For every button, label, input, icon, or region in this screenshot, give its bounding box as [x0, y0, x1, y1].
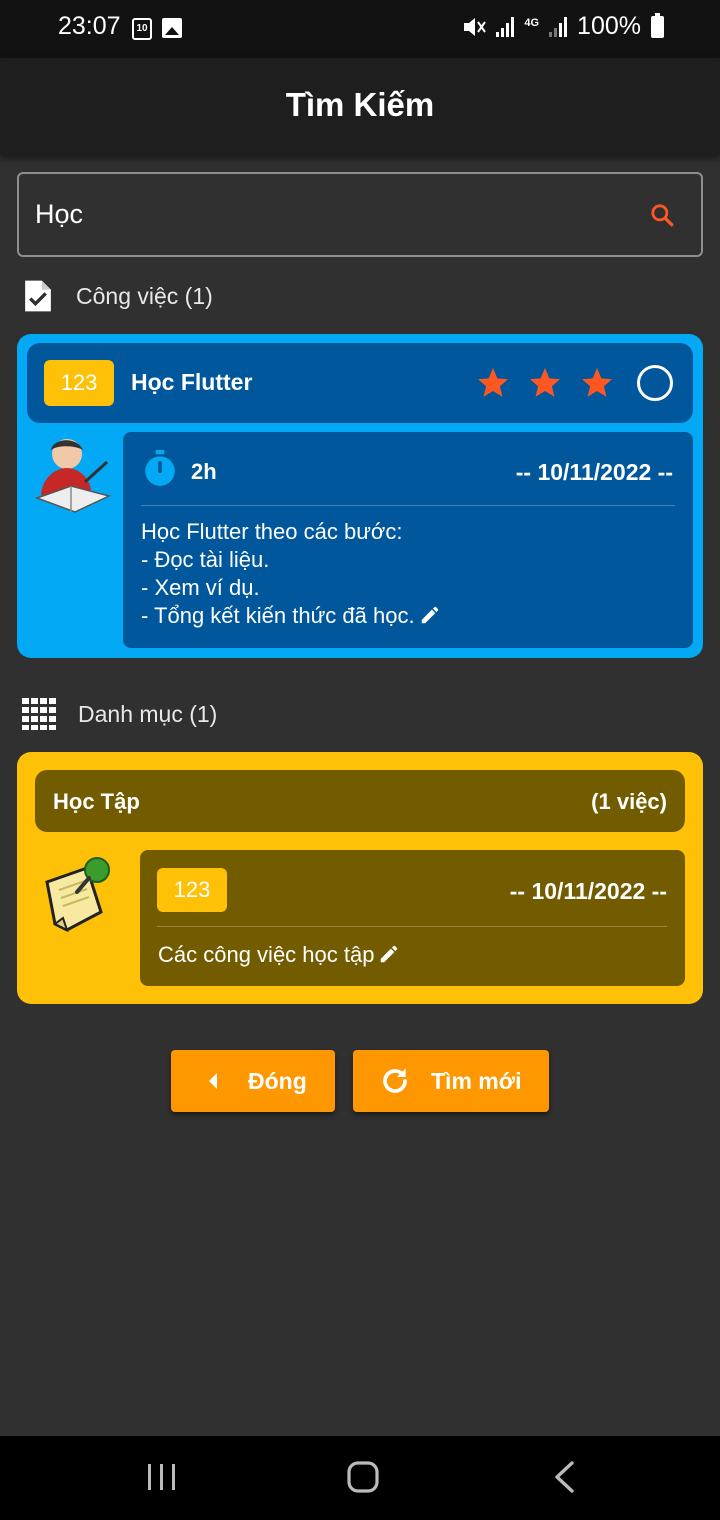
close-button-label: Đóng [248, 1068, 307, 1094]
status-bar: 23:07 10 4G 100% [0, 0, 720, 58]
system-nav-bar [0, 1436, 720, 1520]
tasks-section-header: Công việc (1) [22, 278, 213, 314]
task-body: 2h -- 10/11/2022 -- Học Flutter theo các… [123, 432, 693, 648]
category-description-text: Các công việc học tập [158, 942, 375, 967]
recent-apps-icon[interactable] [146, 1462, 178, 1492]
task-badge: 123 [44, 360, 114, 406]
mute-icon [464, 17, 487, 36]
category-body: 123 -- 10/11/2022 -- Các công việc học t… [140, 850, 685, 986]
task-description-text: Học Flutter theo các bước: - Đọc tài liệ… [141, 519, 415, 628]
category-description: Các công việc học tập [158, 942, 400, 968]
task-divider [141, 505, 675, 506]
status-time: 23:07 [58, 12, 121, 40]
signal-icon-2 [549, 16, 568, 37]
star-icon [478, 368, 508, 397]
category-header: Học Tập (1 việc) [35, 770, 685, 832]
grid-icon [22, 698, 56, 730]
timer-icon [145, 450, 175, 486]
page-title: Tìm Kiếm [285, 86, 435, 123]
caret-left-icon [209, 1073, 217, 1089]
status-system-icons: 4G 100% [462, 12, 664, 41]
category-badge: 123 [157, 868, 227, 912]
home-icon[interactable] [346, 1460, 380, 1494]
search-icon[interactable] [649, 202, 675, 228]
student-reading-icon [34, 439, 112, 513]
complete-toggle[interactable] [637, 365, 673, 401]
new-search-button[interactable]: Tìm mới [353, 1050, 549, 1112]
close-button[interactable]: Đóng [171, 1050, 335, 1112]
star-icon [530, 368, 560, 397]
categories-section-label: Danh mục (1) [78, 700, 218, 727]
battery-percent: 100% [577, 12, 641, 40]
signal-icon [496, 16, 515, 37]
refresh-icon [383, 1068, 407, 1093]
categories-section-header: Danh mục (1) [22, 698, 217, 730]
network-type-label: 4G [524, 16, 540, 29]
pinned-note-icon [45, 857, 110, 932]
category-date: -- 10/11/2022 -- [509, 878, 667, 904]
battery-icon [651, 12, 664, 38]
status-notification-icons: 10 [132, 18, 182, 40]
task-header: 123 Học Flutter [27, 343, 693, 423]
category-title: Học Tập [53, 789, 140, 814]
edit-icon[interactable] [378, 943, 400, 965]
app-bar: Tìm Kiếm [0, 58, 720, 155]
task-card[interactable]: 123 Học Flutter 2h -- 10/11/2022 -- Học … [17, 334, 703, 658]
search-input[interactable] [35, 194, 595, 234]
category-card[interactable]: Học Tập (1 việc) 123 -- 10/11/2022 -- Cá… [17, 752, 703, 1004]
calendar-icon: 10 [132, 18, 152, 40]
new-search-button-label: Tìm mới [431, 1068, 522, 1094]
task-duration: 2h [191, 459, 217, 484]
task-description: Học Flutter theo các bước: - Đọc tài liệ… [141, 518, 681, 630]
search-box[interactable] [17, 172, 703, 257]
category-divider [157, 926, 667, 927]
star-icon [582, 368, 612, 397]
back-icon[interactable] [552, 1460, 576, 1494]
task-file-check-icon [25, 280, 51, 312]
priority-stars [475, 365, 615, 401]
category-count: (1 việc) [591, 789, 667, 814]
task-title: Học Flutter [131, 369, 253, 395]
tasks-section-label: Công việc (1) [76, 282, 213, 309]
gallery-icon [162, 18, 182, 38]
task-date: -- 10/11/2022 -- [515, 459, 673, 485]
edit-icon[interactable] [419, 604, 441, 626]
